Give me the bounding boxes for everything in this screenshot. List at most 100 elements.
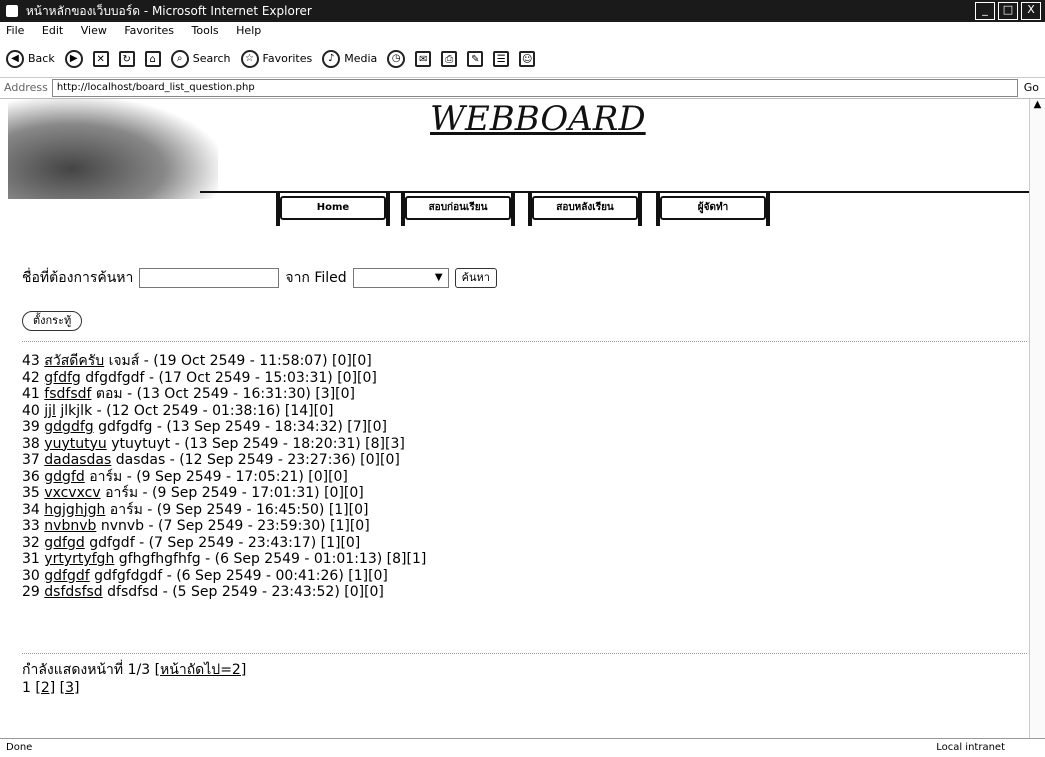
- question-title-link[interactable]: vxcvxcv: [44, 485, 100, 501]
- search-input[interactable]: [139, 268, 280, 288]
- nav-author-button[interactable]: ผู้จัดทำ: [656, 192, 770, 226]
- nav-home-button[interactable]: Home: [276, 192, 390, 226]
- minimize-button[interactable]: _: [975, 2, 995, 20]
- question-title-link[interactable]: dadasdas: [44, 452, 111, 468]
- menu-help[interactable]: Help: [236, 24, 261, 37]
- question-id: 35: [22, 485, 40, 501]
- question-id: 41: [22, 386, 40, 402]
- new-post-button[interactable]: ตั้งกระทู้: [22, 311, 83, 331]
- question-author: ytuytuyt: [111, 435, 171, 452]
- question-title-link[interactable]: gfdfg: [44, 370, 81, 386]
- page-link-3[interactable]: [3]: [60, 680, 80, 696]
- question-title-link[interactable]: gdfgdf: [44, 568, 89, 584]
- question-author: ตอม: [95, 386, 123, 402]
- divider: [22, 653, 1027, 655]
- menu-view[interactable]: View: [81, 24, 107, 37]
- nav-posttest-button[interactable]: สอบหลังเรียน: [528, 192, 642, 226]
- question-date: (13 Oct 2549 - 16:31:30): [136, 386, 311, 402]
- next-page-link[interactable]: [หน้าถัดไป=2]: [155, 662, 247, 678]
- scroll-up-icon[interactable]: ▲: [1030, 99, 1045, 110]
- question-id: 40: [22, 402, 40, 419]
- messenger-icon[interactable]: ☺: [519, 50, 536, 67]
- question-id: 33: [22, 518, 40, 534]
- question-author: dasdas: [115, 452, 166, 468]
- question-id: 37: [22, 452, 40, 468]
- question-date: (12 Oct 2549 - 01:38:16): [106, 402, 281, 419]
- refresh-icon[interactable]: ↻: [118, 50, 135, 67]
- address-input[interactable]: http://localhost/board_list_question.php: [51, 79, 1018, 97]
- from-field-label: จาก Filed: [285, 270, 347, 286]
- status-text: Done: [6, 742, 33, 753]
- question-id: 36: [22, 468, 40, 485]
- question-date: (7 Sep 2549 - 23:59:30): [157, 518, 326, 534]
- question-author: jlkjlk: [60, 402, 93, 419]
- nav-pretest-button[interactable]: สอบก่อนเรียน: [401, 192, 515, 226]
- question-author: nvnvb: [100, 518, 145, 534]
- question-id: 32: [22, 534, 40, 551]
- question-title-link[interactable]: fsdfsdf: [44, 386, 91, 402]
- media-icon: ♪: [322, 49, 341, 68]
- stop-icon[interactable]: ✕: [92, 50, 109, 67]
- search-label: ชื่อที่ต้องการค้นหา: [22, 270, 134, 286]
- home-icon[interactable]: ⌂: [144, 50, 161, 67]
- question-date: (17 Oct 2549 - 15:03:31): [158, 369, 333, 386]
- question-counts: [0][0]: [337, 369, 377, 386]
- go-button[interactable]: Go: [1024, 78, 1039, 98]
- edit-icon[interactable]: ✎: [467, 50, 484, 67]
- menu-favorites[interactable]: Favorites: [124, 24, 174, 37]
- question-author: อาร์ม: [89, 468, 123, 485]
- question-title-link[interactable]: yuytutyu: [44, 436, 106, 452]
- forward-button[interactable]: ▶: [64, 49, 83, 68]
- question-row: 34 hgjghjgh อาร์ม - (9 Sep 2549 - 16:45:…: [22, 501, 369, 518]
- browser-toolbar: ◀ Back ▶ ✕ ↻ ⌂ ⌕ Search ☆ Favorites ♪ Me…: [0, 40, 1045, 78]
- mail-icon[interactable]: ✉: [415, 50, 432, 67]
- question-date: (6 Sep 2549 - 01:01:13): [214, 551, 383, 567]
- question-row: 43 สวัสดีครับ เจมส์ - (19 Oct 2549 - 11:…: [22, 353, 372, 369]
- divider: [22, 341, 1027, 343]
- question-author: เจมส์: [108, 353, 140, 369]
- field-select[interactable]: ▼: [352, 268, 449, 288]
- divider: [200, 191, 1030, 193]
- ie-logo-icon: [6, 5, 18, 17]
- question-title-link[interactable]: nvbnvb: [44, 518, 96, 534]
- maximize-button[interactable]: □: [998, 2, 1018, 20]
- close-button[interactable]: X: [1021, 2, 1041, 20]
- menu-file[interactable]: File: [6, 24, 24, 37]
- favorites-button[interactable]: ☆ Favorites: [240, 49, 313, 68]
- vertical-scrollbar[interactable]: ▲: [1029, 99, 1045, 739]
- window-controls: _ □ X: [975, 2, 1041, 20]
- menu-tools[interactable]: Tools: [192, 24, 219, 37]
- favorites-label: Favorites: [262, 52, 313, 65]
- question-row: 42 gfdfg dfgdfgdf - (17 Oct 2549 - 15:03…: [22, 369, 377, 386]
- star-icon: ☆: [240, 49, 259, 68]
- question-title-link[interactable]: yrtyrtyfgh: [44, 551, 114, 567]
- question-title-link[interactable]: สวัสดีครับ: [44, 353, 104, 369]
- question-row: 32 gdfgd gdfgdf - (7 Sep 2549 - 23:43:17…: [22, 534, 361, 551]
- print-icon[interactable]: ⎙: [441, 50, 458, 67]
- question-date: (13 Sep 2549 - 18:20:31): [184, 435, 361, 452]
- question-row: 38 yuytutyu ytuytuyt - (13 Sep 2549 - 18…: [22, 435, 405, 452]
- question-title-link[interactable]: gdgdfg: [44, 419, 93, 435]
- page-link-2[interactable]: [2]: [35, 680, 55, 696]
- question-id: 38: [22, 435, 40, 452]
- discuss-icon[interactable]: ☰: [493, 50, 510, 67]
- search-form: ชื่อที่ต้องการค้นหา จาก Filed ▼ ค้นหา: [22, 267, 497, 289]
- back-button[interactable]: ◀ Back: [6, 49, 55, 68]
- question-title-link[interactable]: gdfgd: [44, 535, 84, 551]
- question-title-link[interactable]: jjl: [44, 403, 56, 419]
- question-date: (19 Oct 2549 - 11:58:07): [153, 353, 328, 369]
- question-row: 36 gdgfd อาร์ม - (9 Sep 2549 - 17:05:21)…: [22, 468, 348, 485]
- question-title-link[interactable]: gdgfd: [44, 469, 84, 485]
- question-title-link[interactable]: dsfdsfsd: [44, 584, 102, 600]
- search-icon: ⌕: [170, 49, 189, 68]
- question-date: (7 Sep 2549 - 23:43:17): [148, 534, 317, 551]
- question-author: dfgdfgdf: [85, 369, 145, 386]
- question-counts: [14][0]: [284, 402, 334, 419]
- history-icon[interactable]: ◷: [387, 49, 406, 68]
- question-counts: [0][0]: [360, 452, 400, 468]
- search-submit-button[interactable]: ค้นหา: [454, 268, 497, 288]
- search-button[interactable]: ⌕ Search: [170, 49, 231, 68]
- media-button[interactable]: ♪ Media: [322, 49, 377, 68]
- question-title-link[interactable]: hgjghjgh: [44, 502, 105, 518]
- menu-edit[interactable]: Edit: [42, 24, 63, 37]
